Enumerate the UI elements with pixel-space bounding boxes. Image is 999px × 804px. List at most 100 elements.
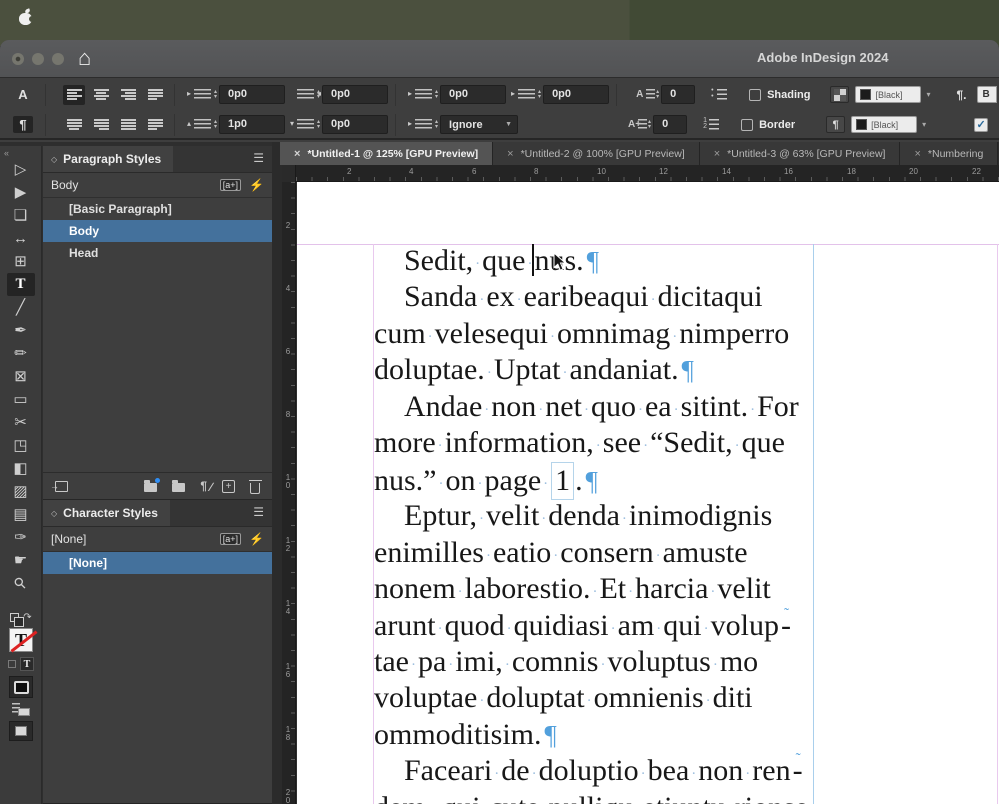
- vertical-ruler[interactable]: 2 4 6 8 1 0 1 2 1 4 1 6 1 8 2 0: [282, 182, 296, 804]
- pen-tool[interactable]: ✒: [7, 319, 35, 342]
- default-fill-stroke-icon[interactable]: [10, 613, 25, 627]
- type-tool[interactable]: T: [6, 273, 35, 296]
- text-line[interactable]: Andae ·non ·net ·quo ·ea ·sitint. ·For: [374, 389, 799, 428]
- paragraph-style-item[interactable]: Body: [43, 220, 272, 242]
- close-tab-icon[interactable]: ×: [914, 148, 920, 160]
- align-towards-spine-button[interactable]: [144, 115, 166, 135]
- direct-selection-tool[interactable]: ▶: [7, 181, 35, 204]
- shading-checkbox[interactable]: [749, 88, 762, 101]
- text-line[interactable]: enimilles ·eatio ·consern ·amuste: [374, 535, 748, 574]
- page-tool[interactable]: ❏: [7, 204, 35, 227]
- fill-color-indicator[interactable]: T: [9, 628, 38, 653]
- style-override-highlighter-icon[interactable]: ⚡: [249, 532, 264, 546]
- horizontal-ruler[interactable]: 2 4 6 8 10 12 14 16 18 20 22: [282, 165, 999, 182]
- panel-collapse-icon[interactable]: ◇: [51, 509, 57, 518]
- left-indent-input[interactable]: 0p0: [219, 85, 286, 104]
- space-before-input[interactable]: 1p0: [219, 115, 286, 134]
- paragraph-style-item[interactable]: [Basic Paragraph]: [43, 198, 272, 220]
- scissors-tool[interactable]: ✂: [7, 411, 35, 434]
- space-after-input[interactable]: 0p0: [322, 115, 389, 134]
- screen-mode-button[interactable]: [9, 721, 33, 741]
- zoom-window-button[interactable]: [52, 53, 64, 65]
- text-line[interactable]: cum ·velesequi ·omnimag ·nimperro: [374, 316, 789, 355]
- formatting-affects-container-icon[interactable]: [8, 660, 16, 668]
- align-right-button[interactable]: [117, 85, 139, 105]
- stepper[interactable]: ▴ ▾: [214, 119, 217, 130]
- align-left-button[interactable]: [63, 84, 85, 105]
- collapse-panel-icon[interactable]: «: [0, 148, 9, 158]
- line-tool[interactable]: ╱: [7, 296, 35, 319]
- last-line-indent-input[interactable]: 0p0: [543, 85, 610, 104]
- frame-tool[interactable]: ⊠: [7, 365, 35, 388]
- stepper[interactable]: ▴ ▾: [317, 119, 320, 130]
- stepper[interactable]: ▴ ▾: [435, 119, 438, 130]
- first-line-indent-input[interactable]: 0p0: [440, 85, 507, 104]
- apple-menu-icon[interactable]: [19, 8, 35, 25]
- justify-left-button[interactable]: [144, 85, 166, 105]
- formatting-affects-text-icon[interactable]: T: [20, 657, 34, 671]
- selection-tool[interactable]: ▷: [7, 158, 35, 181]
- text-line[interactable]: tae ·pa ·imi, ·comnis ·voluptus ·mo: [374, 644, 758, 683]
- character-style-item[interactable]: [None] ✕: [43, 552, 272, 574]
- justify-all-button[interactable]: [117, 115, 139, 135]
- document-tab[interactable]: × *Numbering: [900, 142, 999, 165]
- text-line[interactable]: Sanda ·ex ·earibeaqui ·dicitaqui: [374, 279, 763, 318]
- document-tab[interactable]: × *Untitled-2 @ 100% [GPU Preview]: [493, 142, 700, 165]
- right-indent-input[interactable]: 0p0: [322, 85, 389, 104]
- style-group-folder-icon[interactable]: [172, 480, 186, 492]
- gradient-swatch-tool[interactable]: ◧: [7, 457, 35, 480]
- text-line[interactable]: arunt ·quod ·quidiasi ·am ·qui ·volup- ˜: [374, 606, 791, 647]
- free-transform-tool[interactable]: ◳: [7, 434, 35, 457]
- character-formatting-controls-button[interactable]: A: [8, 86, 38, 103]
- justify-center-button[interactable]: [63, 115, 85, 135]
- close-tab-icon[interactable]: ×: [294, 148, 300, 160]
- text-line[interactable]: doluptae. ·Uptat ·andaniat. ¶: [374, 352, 694, 391]
- text-frame-right-edge[interactable]: [813, 244, 814, 804]
- border-color-dropdown[interactable]: [Black]: [851, 116, 918, 133]
- stepper[interactable]: ▴ ▾: [648, 119, 651, 130]
- gradient-feather-tool[interactable]: ▨: [7, 480, 35, 503]
- text-line[interactable]: nus.” ·on ·page · 1. ¶: [374, 461, 598, 502]
- panel-menu-icon[interactable]: ☰: [253, 500, 272, 526]
- text-line[interactable]: nonem ·laborestio. ·Et ·harcia ·velit: [374, 571, 771, 610]
- close-window-button[interactable]: [12, 53, 24, 65]
- text-line[interactable]: more ·information, ·see ·“Sedit, ·que: [374, 425, 785, 464]
- paragraph-styles-tab[interactable]: ◇ Paragraph Styles: [43, 146, 174, 172]
- chevron-down-icon[interactable]: ▾: [922, 120, 926, 129]
- current-character-style-row[interactable]: [None] [a+] ⚡: [43, 527, 272, 552]
- numbered-list-icon[interactable]: 12: [703, 117, 720, 131]
- hand-tool[interactable]: ☛: [7, 549, 35, 572]
- new-style-group-icon[interactable]: [144, 478, 161, 492]
- zoom-tool[interactable]: ⚲: [7, 572, 35, 595]
- drop-cap-characters-input[interactable]: 0: [653, 115, 688, 134]
- apply-color-button[interactable]: [12, 703, 30, 716]
- paragraph-style-quick-box[interactable]: B: [976, 86, 997, 103]
- stepper[interactable]: ▴ ▾: [214, 89, 217, 100]
- create-new-style-icon[interactable]: +: [222, 479, 235, 493]
- load-styles-icon[interactable]: →: [50, 480, 68, 492]
- bulleted-list-icon[interactable]: • •: [711, 87, 728, 101]
- justify-right-button[interactable]: [90, 115, 112, 135]
- delete-style-icon[interactable]: [248, 479, 262, 494]
- document-tab[interactable]: × *Untitled-1 @ 125% [GPU Preview]: [280, 142, 494, 165]
- paragraph-formatting-controls-button[interactable]: ¶: [8, 116, 38, 133]
- hyphenate-checkbox[interactable]: ✓: [974, 117, 989, 132]
- pencil-tool[interactable]: ✏: [7, 342, 35, 365]
- text-line[interactable]: Faceari ·de ·doluptio ·bea ·non ·ren- ˜: [374, 751, 803, 792]
- text-line[interactable]: dem,·qui·cute·pulliqu·etiuntu·rionse: [374, 790, 808, 804]
- text-line[interactable]: voluptae ·doluptat ·omnienis ·diti: [374, 680, 753, 719]
- close-tab-icon[interactable]: ×: [714, 148, 720, 160]
- style-override-highlighter-icon[interactable]: ⚡: [249, 178, 264, 192]
- margin-guide-right[interactable]: [997, 244, 998, 804]
- gap-tool[interactable]: ↔: [7, 227, 35, 250]
- home-icon[interactable]: ⌂: [78, 45, 91, 71]
- swap-fill-stroke-icon[interactable]: ↷: [23, 612, 31, 623]
- minimize-window-button[interactable]: [32, 53, 44, 65]
- close-tab-icon[interactable]: ×: [507, 148, 513, 160]
- clear-overrides-icon[interactable]: ¶ ∕: [200, 479, 212, 494]
- ruler-corner[interactable]: [282, 165, 296, 182]
- panel-collapse-icon[interactable]: ◇: [51, 155, 57, 164]
- eyedropper-tool[interactable]: ✑: [7, 526, 35, 549]
- document-tab[interactable]: × *Untitled-3 @ 63% [GPU Preview]: [699, 142, 901, 165]
- apply-fill-button[interactable]: [9, 676, 33, 698]
